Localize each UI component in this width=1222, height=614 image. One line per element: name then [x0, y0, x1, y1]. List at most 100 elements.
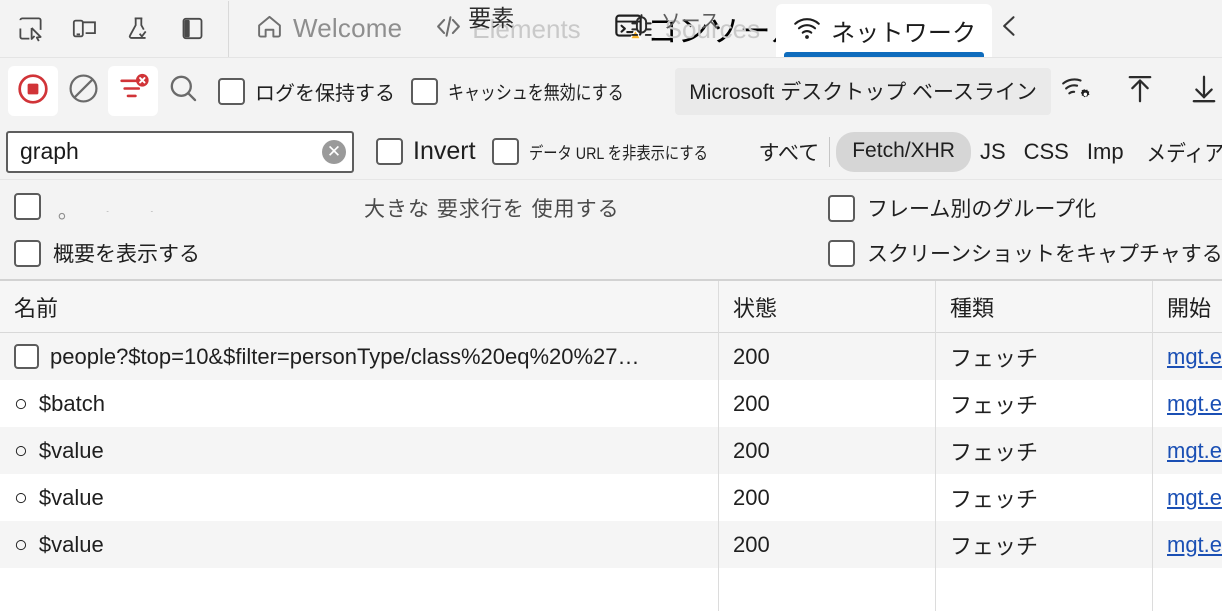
disable-cache-option[interactable]: キャッシュを無効にする — [411, 77, 657, 105]
initiator-link[interactable]: mgt.e — [1167, 532, 1222, 558]
invert-label: Invert — [413, 137, 476, 165]
tab-sources[interactable]: Sources ソース — [611, 0, 776, 57]
cell-name[interactable]: ○ $value — [0, 474, 718, 521]
column-divider-type — [1152, 332, 1153, 611]
throttling-select[interactable]: Microsoft デスクトップ ベースライン — [675, 67, 1052, 115]
network-filter-bar: ✕ Invert データ URL を非表示にする すべて Fetch/XHR J… — [0, 124, 1222, 180]
clear-x-icon[interactable]: ✕ — [322, 139, 346, 164]
tab-network-label: ネットワーク — [831, 20, 977, 47]
column-header-status[interactable]: 状態 — [718, 281, 935, 332]
cell-initiator[interactable]: mgt.e — [1152, 427, 1222, 474]
experiment-flask-icon — [125, 15, 152, 42]
cell-status: 200 — [718, 474, 935, 521]
tab-network[interactable]: ネットワーク — [776, 4, 993, 57]
show-overview-option[interactable]: 概要を表示する — [14, 238, 200, 268]
cell-name[interactable]: people?$top=10&$filter=personType/class%… — [0, 333, 718, 380]
cell-name[interactable]: ○ $batch — [0, 380, 718, 427]
group-by-frame-checkbox[interactable] — [828, 194, 855, 222]
request-status-circle-icon: ○ — [14, 484, 28, 510]
initiator-link[interactable]: mgt.e — [1167, 344, 1222, 370]
filter-type-divider — [829, 136, 831, 167]
column-header-name[interactable]: 名前 — [0, 281, 718, 332]
row-select-checkbox[interactable] — [14, 344, 39, 369]
big-request-rows-label: 大きな 要求行を 使用する — [364, 198, 620, 221]
hide-data-urls-option[interactable]: データ URL を非表示にする — [491, 138, 742, 165]
table-empty-area — [0, 568, 1222, 611]
big-request-rows-option[interactable]: ｡ ･ ･ 大きな 要求行を 使用する — [14, 193, 619, 223]
clear-button[interactable] — [58, 66, 108, 116]
network-conditions-button[interactable] — [1051, 66, 1101, 116]
cell-type: フェッチ — [935, 427, 1152, 474]
home-icon — [255, 12, 284, 46]
filter-input[interactable] — [20, 138, 322, 165]
invert-checkbox[interactable] — [376, 138, 403, 165]
hide-data-urls-checkbox[interactable] — [491, 138, 519, 165]
experiment-button[interactable] — [116, 7, 160, 51]
show-overview-label: 概要を表示する — [53, 243, 200, 266]
filter-search-box[interactable]: ✕ — [6, 130, 354, 173]
capture-screenshots-option[interactable]: スクリーンショットをキャプチャする — [828, 238, 1222, 268]
tab-welcome[interactable]: Welcome — [239, 0, 418, 57]
tab-sources-labels: Sources ソース — [661, 12, 760, 42]
cell-type: フェッチ — [935, 474, 1152, 521]
cell-initiator[interactable]: mgt.e — [1152, 380, 1222, 427]
export-har-button[interactable] — [1179, 66, 1222, 116]
disable-cache-checkbox[interactable] — [411, 77, 438, 105]
record-stop-button[interactable] — [8, 66, 58, 116]
invert-option[interactable]: Invert — [376, 137, 476, 166]
big-request-rows-checkbox[interactable] — [14, 193, 41, 220]
filter-error-icon — [117, 72, 150, 110]
cell-type: フェッチ — [935, 380, 1152, 427]
import-har-button[interactable] — [1115, 66, 1165, 116]
network-wifi-icon — [792, 13, 822, 48]
table-row[interactable]: people?$top=10&$filter=personType/class%… — [0, 333, 1222, 380]
cell-initiator[interactable]: mgt.e — [1152, 333, 1222, 380]
cell-status: 200 — [718, 427, 935, 474]
column-header-type[interactable]: 種類 — [935, 281, 1152, 332]
clipped-label-artifact: ｡ ･ ･ — [58, 200, 172, 224]
initiator-link[interactable]: mgt.e — [1167, 391, 1222, 417]
table-row[interactable]: ○ $value 200 フェッチ mgt.e — [0, 521, 1222, 568]
tab-elements-label: 要素 — [468, 4, 515, 31]
filter-button[interactable] — [108, 66, 158, 116]
network-request-table: 名前 状態 種類 開始 people?$top=10&$filter=perso… — [0, 281, 1222, 611]
search-button[interactable] — [158, 66, 208, 116]
cell-initiator[interactable]: mgt.e — [1152, 521, 1222, 568]
column-header-initiator[interactable]: 開始 — [1152, 281, 1222, 332]
cell-initiator[interactable]: mgt.e — [1152, 474, 1222, 521]
group-by-frame-label: フレーム別のグループ化 — [867, 198, 1097, 221]
filter-type-css[interactable]: CSS — [1015, 139, 1078, 165]
preserve-log-option[interactable]: ログを保持する — [218, 77, 395, 106]
magnifier-icon — [167, 72, 200, 110]
table-header-row: 名前 状態 種類 開始 — [0, 281, 1222, 333]
show-overview-checkbox[interactable] — [14, 239, 41, 267]
preserve-log-checkbox[interactable] — [218, 77, 245, 105]
initiator-link[interactable]: mgt.e — [1167, 438, 1222, 464]
table-row[interactable]: ○ $batch 200 フェッチ mgt.e — [0, 380, 1222, 427]
code-brackets-icon — [434, 12, 463, 46]
dock-panel-button[interactable] — [170, 7, 214, 51]
filter-type-imp[interactable]: Imp — [1078, 139, 1133, 165]
tab-sources-label: ソース — [660, 10, 720, 33]
group-by-frame-option[interactable]: フレーム別のグループ化 — [828, 193, 1096, 223]
devtools-tabstrip: Welcome Elements 要素 コンソール Sources ソース ネッ… — [0, 0, 1222, 58]
filter-type-js[interactable]: JS — [971, 139, 1015, 165]
preserve-log-label: ログを保持する — [255, 82, 395, 105]
capture-screenshots-checkbox[interactable] — [828, 239, 855, 267]
inspect-element-button[interactable] — [8, 7, 52, 51]
filter-type-fetch-xhr[interactable]: Fetch/XHR — [836, 131, 971, 172]
more-tabs-button[interactable] — [992, 0, 1028, 57]
initiator-link[interactable]: mgt.e — [1167, 485, 1222, 511]
filter-type-all[interactable]: すべて — [750, 137, 824, 167]
toolbar-divider — [228, 0, 229, 57]
filter-type-media[interactable]: メディア — [1138, 136, 1222, 168]
cell-name[interactable]: ○ $value — [0, 521, 718, 568]
device-emulation-button[interactable] — [62, 7, 106, 51]
request-status-circle-icon: ○ — [14, 390, 28, 416]
table-row[interactable]: ○ $value 200 フェッチ mgt.e — [0, 427, 1222, 474]
column-divider-status — [935, 332, 936, 611]
tab-elements[interactable]: Elements 要素 — [418, 0, 596, 57]
cell-name[interactable]: ○ $value — [0, 427, 718, 474]
table-row[interactable]: ○ $value 200 フェッチ mgt.e — [0, 474, 1222, 521]
capture-screenshots-label: スクリーンショットをキャプチャする — [867, 243, 1222, 266]
